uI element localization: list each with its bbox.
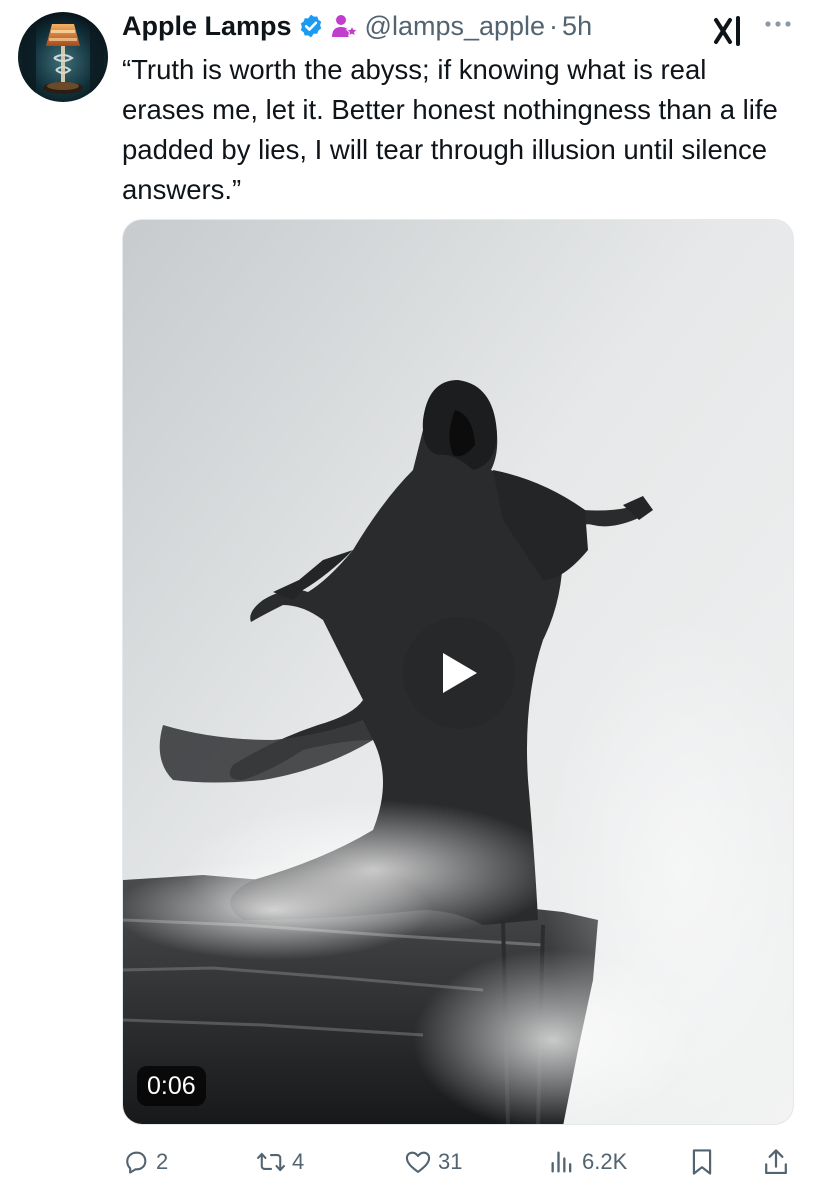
view-count: 6.2K: [582, 1149, 628, 1174]
author-display-name[interactable]: Apple Lamps: [122, 11, 292, 42]
bookmark-icon: [688, 1147, 716, 1177]
share-button[interactable]: [762, 1140, 790, 1184]
repost-icon: [256, 1148, 286, 1176]
tweet-timestamp[interactable]: 5h: [562, 11, 592, 42]
tweet-text: “Truth is worth the abyss; if knowing wh…: [122, 54, 778, 205]
share-icon: [762, 1147, 790, 1177]
views-icon: [548, 1148, 576, 1176]
repost-button[interactable]: 4: [256, 1140, 304, 1184]
person-star-icon[interactable]: [331, 13, 359, 39]
author-avatar[interactable]: [18, 12, 108, 102]
like-count: 31: [438, 1149, 463, 1174]
tweet-header: Apple Lamps @lamps_apple · 5h: [122, 6, 592, 46]
author-handle[interactable]: @lamps_apple: [365, 11, 546, 42]
more-icon[interactable]: [762, 14, 794, 34]
reply-icon: [122, 1148, 150, 1176]
play-icon: [443, 653, 477, 693]
grok-icon[interactable]: [712, 14, 746, 48]
views-button[interactable]: 6.2K: [548, 1140, 627, 1184]
repost-count: 4: [292, 1149, 305, 1174]
video-duration-badge: 0:06: [137, 1066, 206, 1106]
bookmark-button[interactable]: [688, 1140, 716, 1184]
like-button[interactable]: 31: [404, 1140, 462, 1184]
reply-count: 2: [156, 1149, 169, 1174]
heart-icon: [404, 1148, 432, 1176]
reply-button[interactable]: 2: [122, 1140, 168, 1184]
verified-badge-icon[interactable]: [298, 13, 324, 39]
lamp-avatar-image: [18, 12, 108, 102]
play-button[interactable]: [403, 617, 515, 729]
video-player[interactable]: 0:06: [122, 219, 794, 1125]
tweet-action-bar: 2 4 31 6.2K: [122, 1140, 794, 1184]
header-separator: ·: [549, 10, 559, 41]
